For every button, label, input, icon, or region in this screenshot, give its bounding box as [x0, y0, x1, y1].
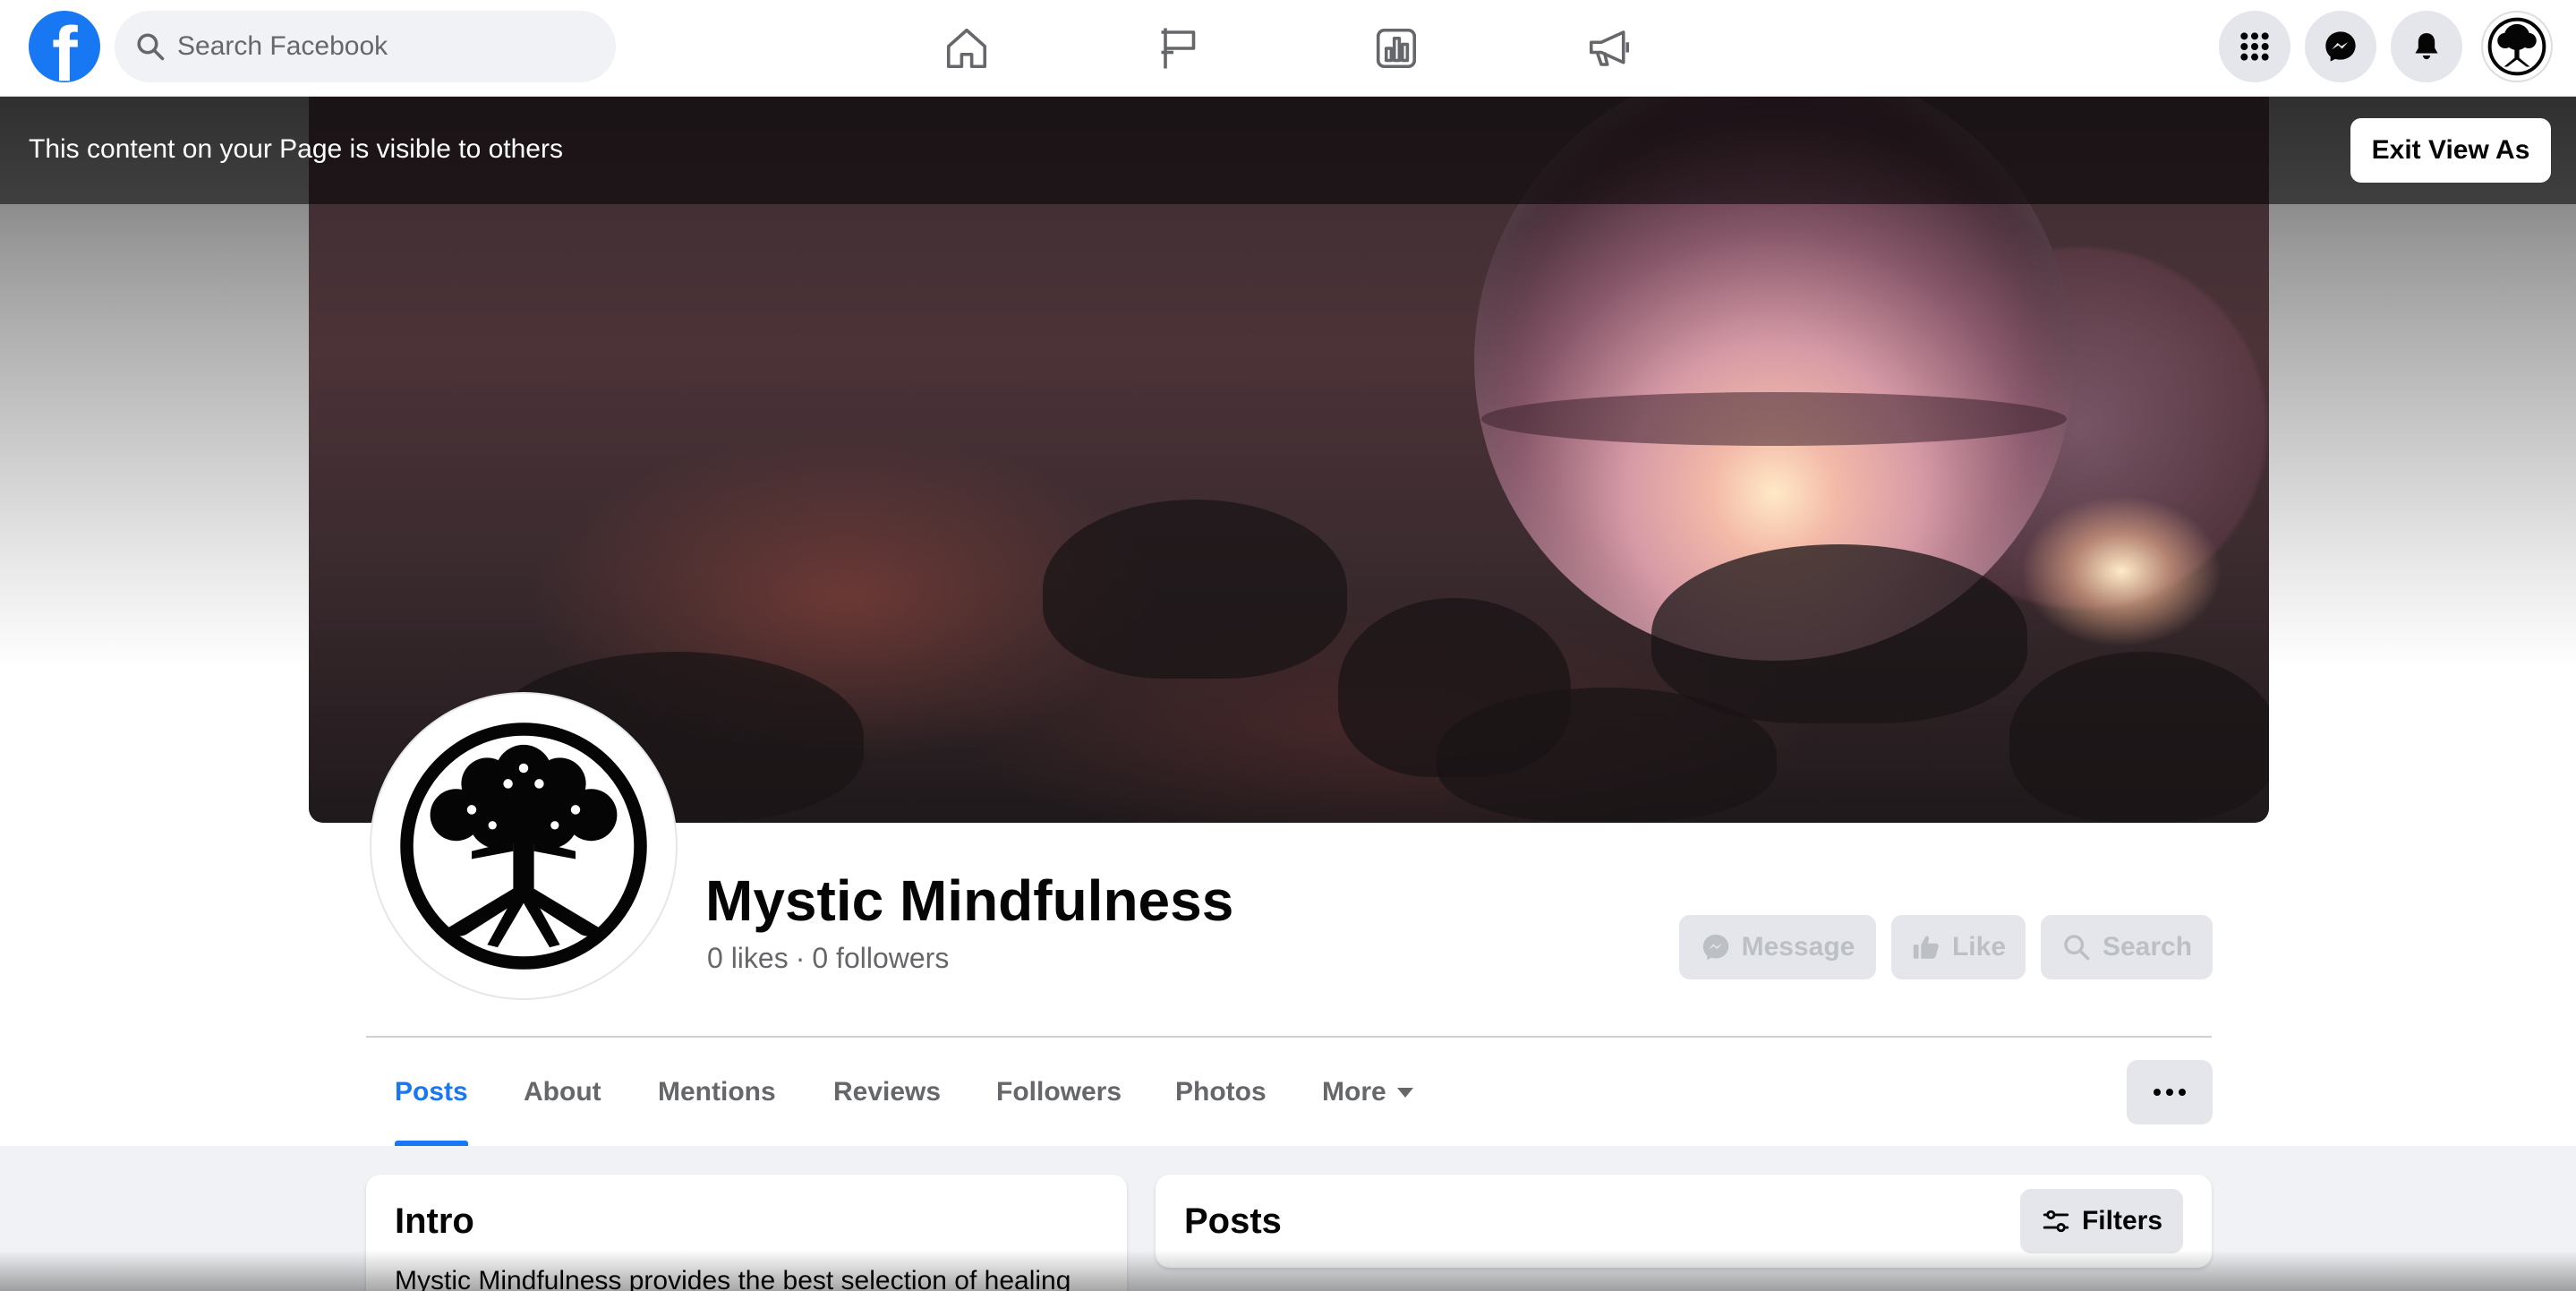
messenger-icon [1702, 934, 1728, 961]
message-button-label: Message [1741, 932, 1855, 962]
tab-reviews[interactable]: Reviews [833, 1039, 941, 1146]
notifications-button[interactable] [2391, 11, 2462, 82]
filters-button[interactable]: Filters [2020, 1189, 2183, 1253]
ellipsis-icon-dot [2179, 1089, 2186, 1096]
header-divider [366, 1036, 2212, 1038]
page-stats: 0 likes · 0 followers [707, 942, 949, 975]
tab-mentions-label: Mentions [658, 1077, 776, 1107]
caret-down-icon [1396, 1087, 1413, 1098]
filter-sliders-icon [2043, 1210, 2069, 1233]
exit-view-as-button[interactable]: Exit View As [2350, 118, 2551, 183]
page-title: Mystic Mindfulness [705, 868, 1234, 933]
tab-photos[interactable]: Photos [1175, 1039, 1267, 1146]
like-button[interactable]: Like [1891, 915, 2026, 979]
nav-home[interactable] [913, 13, 1020, 84]
search-bar[interactable] [115, 11, 616, 82]
tab-about[interactable]: About [524, 1039, 601, 1146]
megaphone-icon [1589, 30, 1630, 66]
tree-of-life-icon [2487, 17, 2546, 76]
followers-count[interactable]: 0 followers [812, 942, 949, 974]
facebook-logo[interactable]: f [29, 11, 100, 82]
search-icon [2064, 935, 2090, 961]
rock-shape [1651, 544, 2027, 723]
account-avatar[interactable] [2481, 11, 2553, 82]
ellipsis-icon-dot [2154, 1089, 2161, 1096]
more-options-button[interactable] [2127, 1060, 2213, 1124]
tab-reviews-label: Reviews [833, 1077, 942, 1107]
tab-posts-label: Posts [395, 1077, 468, 1107]
rock-shape [2009, 652, 2269, 822]
profile-picture[interactable] [371, 694, 676, 998]
page-search-button[interactable]: Search [2041, 915, 2213, 979]
like-button-label: Like [1951, 932, 2007, 962]
intro-text: Mystic Mindfulness provides the best sel… [395, 1266, 1071, 1291]
intro-title: Intro [395, 1201, 474, 1241]
intro-card: Intro Mystic Mindfulness provides the be… [366, 1175, 1127, 1291]
posts-card: Posts Filters [1156, 1175, 2212, 1268]
menu-button[interactable] [2219, 11, 2290, 82]
tab-photos-label: Photos [1175, 1077, 1267, 1107]
likes-count[interactable]: 0 likes [707, 942, 789, 974]
view-as-banner: This content on your Page is visible to … [0, 97, 2576, 204]
search-input[interactable] [177, 11, 598, 82]
ellipsis-icon-dot [2166, 1089, 2173, 1096]
tab-mentions[interactable]: Mentions [658, 1039, 776, 1146]
crystal-ball-horizon [1481, 392, 2067, 446]
thumbs-up-icon [1913, 936, 1939, 959]
cover-photo[interactable] [309, 97, 2269, 823]
search-button-label: Search [2102, 932, 2193, 962]
facebook-logo-letter: f [52, 12, 78, 82]
tab-about-label: About [524, 1077, 601, 1107]
rock-shape [1043, 500, 1347, 679]
rock-shape [1437, 688, 1777, 822]
stats-separator: · [795, 942, 806, 974]
menu-grid-icon [2240, 32, 2269, 61]
nav-pages[interactable] [1128, 13, 1235, 84]
messenger-icon [2325, 31, 2356, 62]
tab-more[interactable]: More [1322, 1039, 1413, 1146]
bell-icon [2415, 33, 2438, 60]
page-tabs: Posts About Mentions Reviews Followers P… [366, 1039, 2212, 1146]
home-icon [946, 28, 987, 69]
top-navigation-bar: f [0, 0, 2576, 97]
tab-more-label: More [1322, 1077, 1386, 1107]
posts-title: Posts [1184, 1201, 1282, 1241]
tab-followers[interactable]: Followers [996, 1039, 1122, 1146]
nav-insights[interactable] [1343, 13, 1450, 84]
nav-ads[interactable] [1556, 13, 1663, 84]
insights-icon [1376, 28, 1417, 69]
flag-icon [1161, 28, 1196, 69]
tree-of-life-logo [400, 722, 647, 970]
tab-followers-label: Followers [996, 1077, 1122, 1107]
view-as-message: This content on your Page is visible to … [29, 134, 563, 164]
message-button[interactable]: Message [1679, 915, 1876, 979]
messenger-button[interactable] [2305, 11, 2376, 82]
tab-posts[interactable]: Posts [395, 1039, 468, 1146]
search-icon [137, 33, 165, 61]
filters-label: Filters [2081, 1206, 2163, 1235]
